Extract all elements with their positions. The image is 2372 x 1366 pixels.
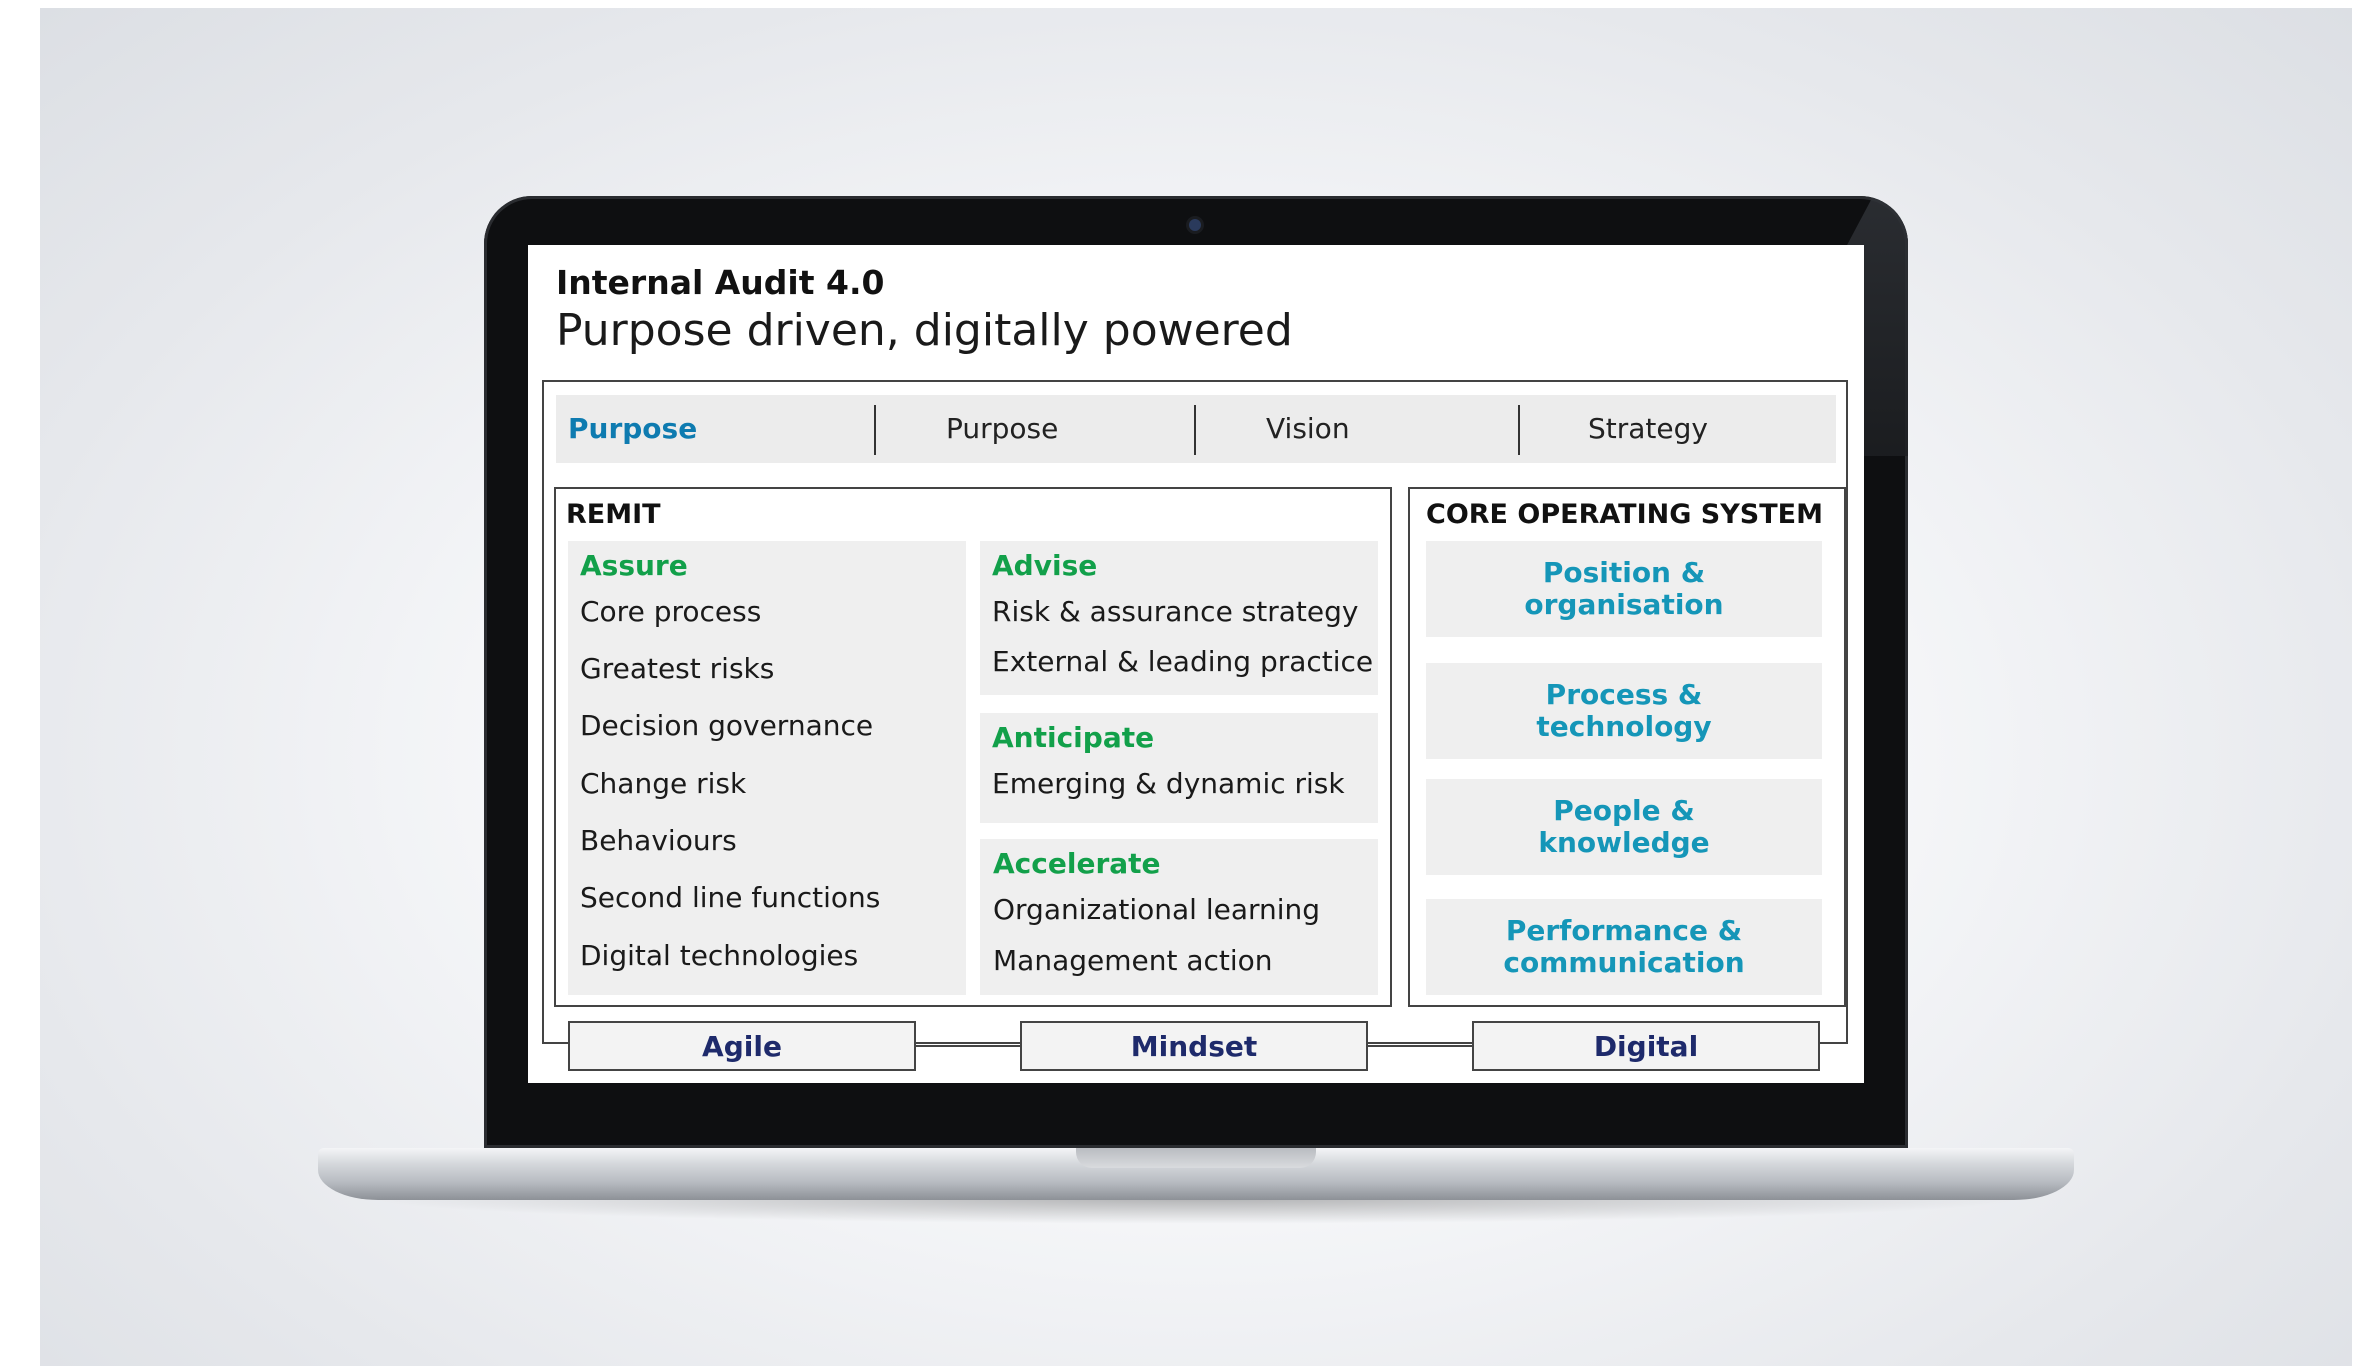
laptop-notch — [1076, 1148, 1316, 1168]
list-item: Emerging & dynamic risk — [992, 767, 1345, 800]
card-line: communication — [1503, 946, 1745, 979]
assure-panel: Assure Core process Greatest risks Decis… — [568, 541, 966, 995]
list-item: Behaviours — [580, 824, 737, 857]
purpose-bar: Purpose Purpose Vision Strategy — [556, 395, 1836, 463]
connector-line — [916, 1045, 1022, 1047]
purpose-bar-divider — [874, 405, 876, 455]
advise-label: Advise — [992, 549, 1098, 582]
accelerate-label: Accelerate — [993, 847, 1161, 880]
core-operating-system-title: CORE OPERATING SYSTEM — [1426, 499, 1823, 530]
card-line: Process & — [1545, 678, 1703, 711]
purpose-bar-divider — [1194, 405, 1196, 455]
purpose-bar-item-purpose: Purpose — [946, 412, 1059, 445]
card-line: knowledge — [1538, 826, 1710, 859]
list-item: Risk & assurance strategy — [992, 595, 1359, 628]
card-line: organisation — [1524, 588, 1724, 621]
connector-line — [1368, 1045, 1474, 1047]
list-item: Greatest risks — [580, 652, 775, 685]
card-performance-communication: Performance & communication — [1426, 899, 1822, 995]
card-people-knowledge: People & knowledge — [1426, 779, 1822, 875]
camera-icon — [1189, 219, 1201, 231]
list-item: External & leading practice — [992, 645, 1374, 678]
list-item: Core process — [580, 595, 762, 628]
list-item: Management action — [993, 944, 1273, 977]
anticipate-panel: Anticipate Emerging & dynamic risk — [980, 713, 1378, 823]
remit-box: REMIT Assure Core process Greatest risks… — [554, 487, 1392, 1007]
core-operating-system-box: CORE OPERATING SYSTEM Position & organisa… — [1408, 487, 1846, 1007]
laptop-shadow — [360, 1198, 2032, 1224]
accelerate-panel: Accelerate Organizational learning Manag… — [980, 839, 1378, 995]
card-line: Performance & — [1505, 914, 1743, 947]
list-item: Second line functions — [580, 881, 881, 914]
page-subtitle: Purpose driven, digitally powered — [556, 305, 1293, 356]
foundation-agile: Agile — [568, 1021, 916, 1071]
advise-panel: Advise Risk & assurance strategy Externa… — [980, 541, 1378, 695]
foundation-digital: Digital — [1472, 1021, 1820, 1071]
card-line: People & — [1553, 794, 1695, 827]
assure-label: Assure — [580, 549, 688, 582]
purpose-bar-item-strategy: Strategy — [1588, 412, 1708, 445]
list-item: Digital technologies — [580, 939, 859, 972]
list-item: Change risk — [580, 767, 747, 800]
remit-title: REMIT — [566, 499, 661, 530]
foundation-mindset: Mindset — [1020, 1021, 1368, 1071]
card-line: Position & — [1542, 556, 1706, 589]
anticipate-label: Anticipate — [992, 721, 1155, 754]
card-position-organisation: Position & organisation — [1426, 541, 1822, 637]
purpose-bar-heading: Purpose — [568, 412, 698, 445]
list-item: Decision governance — [580, 709, 874, 742]
purpose-bar-item-vision: Vision — [1266, 412, 1350, 445]
screen: Internal Audit 4.0 Purpose driven, digit… — [528, 245, 1864, 1083]
card-line: technology — [1536, 710, 1712, 743]
card-process-technology: Process & technology — [1426, 663, 1822, 759]
list-item: Organizational learning — [993, 893, 1321, 926]
page-title: Internal Audit 4.0 — [556, 263, 885, 302]
purpose-bar-divider — [1518, 405, 1520, 455]
